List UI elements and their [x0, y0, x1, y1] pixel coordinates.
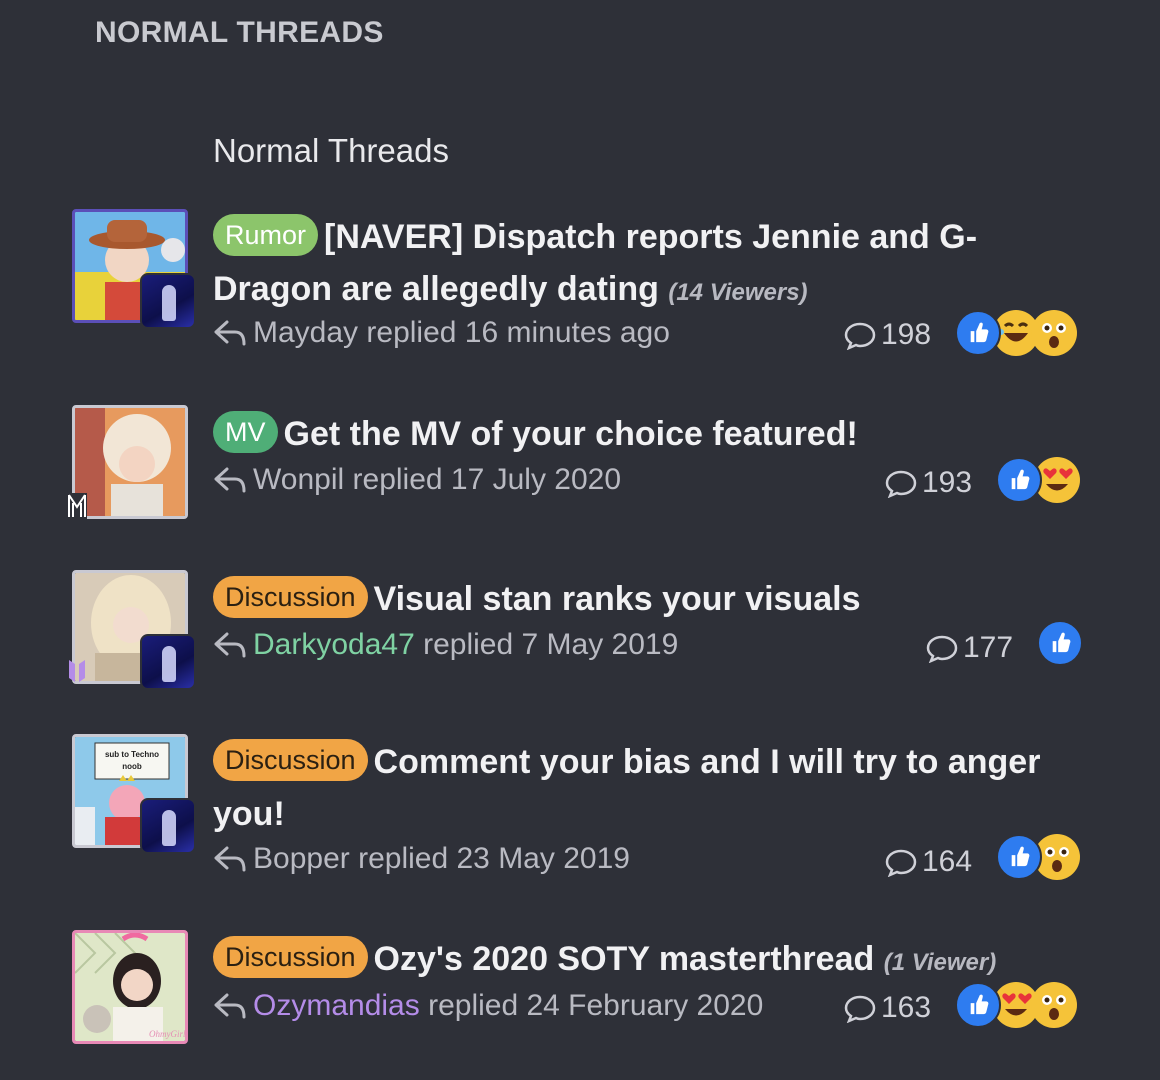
thread-title[interactable]: Discussion Visual stan ranks your visuals [213, 573, 1093, 625]
thread-meta: Darkyoda47 replied 7 May 2019 [213, 628, 678, 662]
thread-avatar[interactable] [72, 209, 196, 329]
last-reply-user[interactable]: Bopper [253, 842, 350, 876]
thread-avatar[interactable]: sub to Techno noob [72, 734, 196, 854]
thread-meta: Wonpil replied 17 July 2020 [213, 463, 621, 497]
last-reply-user[interactable]: Wonpil [253, 463, 344, 497]
prefix-label[interactable]: Discussion [213, 936, 368, 978]
comment-count: 164 [884, 845, 972, 879]
reply-icon [214, 993, 246, 1019]
comment-icon [885, 470, 917, 498]
svg-text:sub to Techno: sub to Techno [105, 750, 159, 759]
reply-time: replied 7 May 2019 [423, 628, 679, 661]
thread-title-text[interactable]: [NAVER] Dispatch reports Jennie and G-Dr… [213, 218, 977, 308]
thread-title[interactable]: Rumor [NAVER] Dispatch reports Jennie and… [213, 211, 1093, 319]
subheading: Normal Threads [213, 132, 449, 169]
thread-avatar[interactable] [69, 570, 196, 690]
reply-icon [214, 632, 246, 658]
like-icon [955, 982, 1001, 1028]
like-icon [955, 310, 1001, 356]
comment-icon [844, 322, 876, 350]
comment-count: 177 [925, 631, 1013, 665]
section-header: NORMAL THREADS [95, 16, 384, 49]
like-icon [1037, 620, 1083, 666]
thread-title[interactable]: MV Get the MV of your choice featured! [213, 408, 1093, 460]
thread-avatar[interactable]: OhmyGirl [72, 930, 188, 1044]
mini-avatar [140, 273, 196, 329]
avatar-image: OhmyGirl [72, 930, 188, 1044]
group-logo-icon [69, 660, 85, 682]
viewer-count: (1 Viewer) [883, 949, 997, 976]
group-logo-icon [67, 493, 87, 519]
thread-title-text[interactable]: Get the MV of your choice featured! [284, 415, 858, 453]
reactions[interactable] [996, 834, 1080, 880]
like-icon [996, 457, 1042, 503]
thread-meta: Bopper replied 23 May 2019 [213, 842, 630, 876]
reactions[interactable] [1037, 620, 1083, 666]
svg-text:OhmyGirl: OhmyGirl [149, 1029, 185, 1039]
reply-time: replied 24 February 2020 [428, 989, 764, 1022]
thread-title[interactable]: Discussion Comment your bias and I will t… [213, 736, 1093, 840]
reply-icon [214, 467, 246, 493]
thread-title[interactable]: Discussion Ozy's 2020 SOTY masterthread (… [213, 933, 1093, 989]
thread-meta: Ozymandias replied 24 February 2020 [213, 989, 763, 1023]
mini-avatar [140, 634, 196, 690]
reactions[interactable] [955, 310, 1077, 356]
reply-time: replied 16 minutes ago [366, 316, 670, 349]
wow-icon [1031, 310, 1077, 356]
thread-title-text[interactable]: Ozy's 2020 SOTY masterthread [374, 940, 875, 978]
comment-icon [844, 995, 876, 1023]
reply-icon [214, 846, 246, 872]
thread-title-text[interactable]: Visual stan ranks your visuals [374, 580, 861, 618]
mini-avatar [140, 798, 196, 854]
prefix-label[interactable]: Discussion [213, 739, 368, 781]
reply-icon [214, 320, 246, 346]
last-reply-user[interactable]: Ozymandias [253, 989, 420, 1023]
thread-meta: Mayday replied 16 minutes ago [213, 316, 670, 350]
comment-count: 163 [843, 991, 931, 1025]
wow-icon [1031, 982, 1077, 1028]
prefix-label[interactable]: MV [213, 411, 278, 453]
viewer-count: (14 Viewers) [668, 279, 808, 306]
comment-icon [926, 635, 958, 663]
avatar-image [72, 405, 188, 519]
reactions[interactable] [996, 457, 1080, 503]
like-icon [996, 834, 1042, 880]
comment-count: 193 [884, 466, 972, 500]
comment-icon [885, 849, 917, 877]
reply-time: replied 17 July 2020 [352, 463, 622, 496]
reactions[interactable] [955, 982, 1077, 1028]
svg-text:noob: noob [122, 762, 142, 771]
reply-time: replied 23 May 2019 [358, 842, 630, 875]
prefix-label[interactable]: Discussion [213, 576, 368, 618]
thread-avatar[interactable] [67, 405, 188, 519]
last-reply-user[interactable]: Darkyoda47 [253, 628, 415, 662]
prefix-label[interactable]: Rumor [213, 214, 319, 256]
comment-count: 198 [843, 318, 931, 352]
last-reply-user[interactable]: Mayday [253, 316, 358, 350]
